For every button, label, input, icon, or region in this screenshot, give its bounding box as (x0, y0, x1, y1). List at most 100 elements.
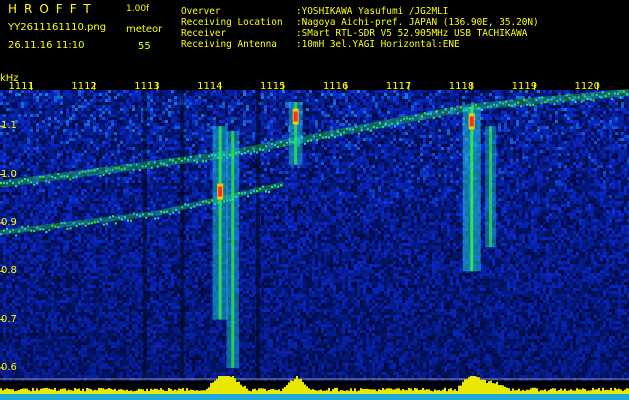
signal-trace-speck (63, 174, 66, 177)
power-bar (118, 389, 120, 394)
detection-count: 55 (138, 41, 151, 53)
signal-trace-speck (583, 95, 586, 98)
power-bar (78, 388, 80, 394)
signal-trace-speck (271, 185, 274, 188)
signal-trace-speck (99, 174, 102, 177)
signal-trace-speck (265, 190, 268, 193)
power-bar (468, 377, 470, 394)
power-bar (524, 390, 526, 394)
power-bar (58, 390, 60, 394)
signal-trace-speck (120, 218, 123, 221)
power-bar (360, 388, 362, 394)
signal-trace-speck (48, 181, 51, 184)
power-bar (132, 391, 134, 394)
signal-trace-speck (526, 103, 529, 106)
power-bar (392, 389, 394, 394)
signal-trace-speck (102, 223, 105, 226)
power-bar (626, 388, 628, 394)
signal-trace-speck (375, 126, 378, 129)
power-bar (272, 388, 274, 394)
signal-trace-speck (259, 148, 262, 151)
power-bar (310, 389, 312, 394)
power-bar (476, 376, 478, 394)
signal-trace-speck (360, 129, 363, 132)
signal-trace-speck (327, 136, 330, 139)
power-bar (202, 390, 204, 394)
signal-trace-speck (354, 125, 357, 128)
power-bar (434, 389, 436, 394)
power-bar (586, 390, 588, 394)
power-bar (196, 390, 198, 394)
signal-trace-speck (99, 218, 102, 221)
signal-trace-speck (262, 149, 265, 152)
power-bar (408, 387, 410, 394)
power-bar (540, 390, 542, 394)
signal-trace-speck (6, 182, 9, 185)
power-bar (314, 390, 316, 394)
signal-trace-speck (126, 163, 129, 166)
signal-trace-speck (307, 139, 310, 142)
power-bar (42, 388, 44, 394)
observer-value: :YOSHIKAWA Yasufumi /JG2MLI (296, 6, 448, 17)
signal-trace-speck (57, 173, 60, 176)
receiver-row: Receiver:SMart RTL-SDR V5 52.905MHz USB … (181, 28, 527, 39)
power-bar (70, 390, 72, 394)
power-bar (352, 390, 354, 394)
signal-trace-speck (550, 98, 553, 101)
signal-trace-speck (132, 168, 135, 171)
power-bar (16, 390, 18, 394)
signal-trace-speck (483, 102, 486, 105)
power-bar (300, 378, 302, 394)
power-bar (388, 388, 390, 394)
signal-trace-speck (27, 179, 30, 182)
signal-trace-speck (184, 203, 187, 206)
power-bar (308, 388, 310, 394)
power-bar (606, 389, 608, 394)
power-bar (422, 387, 424, 394)
power-bar (562, 390, 564, 394)
signal-trace-speck (619, 96, 622, 99)
signal-trace-speck (604, 95, 607, 98)
power-bar (104, 389, 106, 394)
signal-trace-speck (160, 210, 163, 213)
signal-trace-speck (12, 181, 15, 184)
power-bar (488, 381, 490, 394)
receiver-label: Receiver (181, 28, 296, 39)
power-bar (326, 390, 328, 394)
signal-trace-speck (505, 100, 508, 103)
signal-trace-speck (444, 108, 447, 111)
power-bar (396, 388, 398, 394)
power-bar (30, 391, 32, 394)
signal-trace-speck (514, 103, 517, 106)
power-bar (244, 385, 246, 394)
power-bar (8, 389, 10, 394)
power-bar (278, 389, 280, 394)
signal-trace-speck (366, 128, 369, 131)
signal-trace-speck (523, 98, 526, 101)
signal-trace-speck (136, 213, 139, 216)
signal-trace-speck (141, 165, 144, 168)
power-bar (442, 389, 444, 394)
power-bar (266, 390, 268, 394)
power-bar (164, 390, 166, 394)
power-bar (478, 377, 480, 394)
signal-trace-speck (474, 104, 477, 107)
signal-trace-speck (60, 222, 63, 225)
power-bar (536, 388, 538, 394)
signal-trace-speck (553, 103, 556, 106)
power-bar (80, 390, 82, 394)
power-bar (380, 390, 382, 394)
power-bar (622, 390, 624, 394)
signal-trace-speck (247, 150, 250, 153)
power-bar (328, 387, 330, 394)
signal-trace-speck (414, 114, 417, 117)
signal-trace-speck (517, 101, 520, 104)
power-bar (44, 388, 46, 394)
signal-trace-speck (180, 160, 183, 163)
signal-trace-speck (277, 185, 280, 188)
power-bar (356, 391, 358, 394)
signal-trace-speck (90, 222, 93, 225)
power-bar (492, 383, 494, 394)
power-bar (572, 390, 574, 394)
power-bar (130, 390, 132, 394)
